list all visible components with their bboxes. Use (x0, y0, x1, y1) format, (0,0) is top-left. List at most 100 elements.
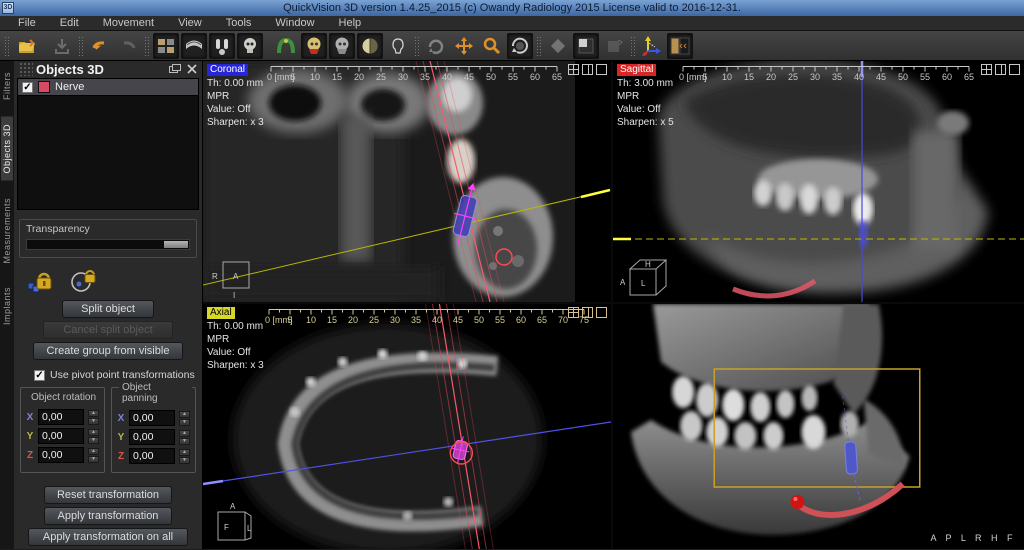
volume-mip-icon[interactable] (357, 33, 383, 59)
svg-text:5: 5 (290, 72, 295, 82)
panning-x-label: X (117, 413, 125, 424)
transparency-slider-handle[interactable] (164, 241, 188, 248)
viewport-axial[interactable]: Axial Th: 0.00 mm MPR Value: Off Sharpen… (203, 304, 611, 549)
menu-edit[interactable]: Edit (48, 17, 91, 29)
lock-rotation-icon[interactable] (70, 269, 96, 293)
rotate-tool-icon[interactable] (423, 33, 449, 59)
reset-view-icon[interactable] (507, 33, 533, 59)
panel-toggle-icon[interactable] (667, 33, 693, 59)
pivot-checkbox-row[interactable]: ✓ Use pivot point transformations (34, 369, 202, 381)
grid-layout-icon[interactable] (568, 64, 579, 75)
transform-buttons: Reset transformation Apply transformatio… (14, 483, 202, 549)
clip-plane-active-icon[interactable] (573, 33, 599, 59)
rotation-y-input[interactable]: 0,00 (38, 428, 84, 444)
svg-text:A: A (230, 502, 236, 511)
viewport-sagittal[interactable]: Sagittal Th: 3.00 mm MPR Value: Off Shar… (613, 61, 1024, 302)
nerve-cross-section[interactable] (496, 249, 512, 265)
implant-object[interactable] (843, 396, 861, 502)
volume-outline-icon[interactable] (385, 33, 411, 59)
object-row-nerve[interactable]: ✓ Nerve (18, 79, 198, 96)
maximize-view-icon[interactable] (596, 64, 607, 75)
zoom-tool-icon[interactable] (479, 33, 505, 59)
viewport-coronal[interactable]: Coronal Th: 0.00 mm MPR Value: Off Sharp… (203, 61, 611, 302)
crop-box[interactable] (714, 369, 920, 487)
menu-tools[interactable]: Tools (214, 17, 264, 29)
toolbar-grip[interactable] (630, 36, 636, 56)
create-group-button[interactable]: Create group from visible (33, 342, 183, 360)
coronal-plane-line[interactable] (203, 422, 611, 484)
axes-tool-icon[interactable] (639, 33, 665, 59)
grid-layout-icon[interactable] (568, 307, 579, 318)
svg-text:40: 40 (442, 72, 452, 82)
clip-plane-free-icon[interactable] (545, 33, 571, 59)
close-panel-icon[interactable] (187, 64, 197, 74)
layout-panorama-icon[interactable] (181, 33, 207, 59)
maximize-view-icon[interactable] (1009, 64, 1020, 75)
apply-transformation-all-button[interactable]: Apply transformation on all (28, 528, 188, 546)
split-layout-icon[interactable] (995, 64, 1006, 75)
open-file-icon[interactable] (13, 33, 39, 59)
rotation-z-input[interactable]: 0,00 (38, 447, 84, 463)
nerve-object[interactable] (733, 281, 815, 296)
tab-objects-3d[interactable]: Objects 3D (1, 117, 13, 181)
viewport-3d[interactable]: A P L R H F (613, 304, 1024, 549)
nerve-object[interactable] (790, 484, 902, 515)
export-icon[interactable] (49, 33, 75, 59)
apply-transformation-button[interactable]: Apply transformation (44, 507, 172, 525)
panning-y-input[interactable]: 0,00 (129, 429, 175, 445)
transparency-slider[interactable] (26, 239, 190, 250)
panning-z-input[interactable]: 0,00 (129, 448, 175, 464)
panning-x-stepper[interactable]: ▲▼ (179, 411, 190, 426)
menu-help[interactable]: Help (327, 17, 374, 29)
tab-filters[interactable]: Filters (1, 65, 13, 107)
panning-y-stepper[interactable]: ▲▼ (179, 430, 190, 445)
panel-grip[interactable] (19, 62, 33, 76)
arch-view-icon[interactable] (273, 33, 299, 59)
menu-window[interactable]: Window (263, 17, 326, 29)
implant-object[interactable] (447, 180, 484, 247)
panning-x-input[interactable]: 0,00 (129, 410, 175, 426)
split-layout-icon[interactable] (582, 307, 593, 318)
float-panel-icon[interactable] (169, 64, 181, 74)
redo-icon[interactable] (115, 33, 141, 59)
axial-plane-line[interactable] (203, 190, 610, 285)
rotation-z-stepper[interactable]: ▲▼ (88, 448, 99, 463)
undo-icon[interactable] (87, 33, 113, 59)
pivot-checkbox[interactable]: ✓ (34, 370, 45, 381)
sagittal-plane-line[interactable] (416, 61, 504, 302)
menu-movement[interactable]: Movement (91, 17, 166, 29)
maximize-view-icon[interactable] (596, 307, 607, 318)
split-object-button[interactable]: Split object (62, 300, 154, 318)
lock-objects-icon[interactable] (26, 269, 52, 293)
toolbar-grip[interactable] (536, 36, 542, 56)
tab-measurements[interactable]: Measurements (1, 191, 13, 271)
reset-transformation-button[interactable]: Reset transformation (44, 486, 172, 504)
layout-implant-icon[interactable] (209, 33, 235, 59)
menu-file[interactable]: File (6, 17, 48, 29)
toolbar-grip[interactable] (414, 36, 420, 56)
clip-plane-off-icon[interactable] (601, 33, 627, 59)
layout-skull-icon[interactable] (237, 33, 263, 59)
tab-implants[interactable]: Implants (1, 280, 13, 332)
rotation-x-stepper[interactable]: ▲▼ (88, 410, 99, 425)
object-visibility-checkbox[interactable]: ✓ (22, 82, 33, 93)
objects-list: ✓ Nerve (17, 78, 199, 210)
volume-gray-icon[interactable] (329, 33, 355, 59)
split-layout-icon[interactable] (582, 64, 593, 75)
object-color-swatch[interactable] (38, 81, 50, 93)
cancel-split-object-button[interactable]: Cancel split object (43, 321, 173, 339)
rotation-x-input[interactable]: 0,00 (38, 409, 84, 425)
svg-text:65: 65 (964, 72, 974, 82)
toolbar-grip[interactable] (144, 36, 150, 56)
toolbar-grip[interactable] (4, 36, 10, 56)
svg-text:A: A (233, 272, 239, 281)
volume-color-icon[interactable] (301, 33, 327, 59)
panning-z-stepper[interactable]: ▲▼ (179, 449, 190, 464)
sagittal-plane-line[interactable] (425, 304, 493, 549)
rotation-y-stepper[interactable]: ▲▼ (88, 429, 99, 444)
layout-multiview-icon[interactable] (153, 33, 179, 59)
menu-view[interactable]: View (166, 17, 214, 29)
pan-tool-icon[interactable] (451, 33, 477, 59)
toolbar-grip[interactable] (78, 36, 84, 56)
grid-layout-icon[interactable] (981, 64, 992, 75)
